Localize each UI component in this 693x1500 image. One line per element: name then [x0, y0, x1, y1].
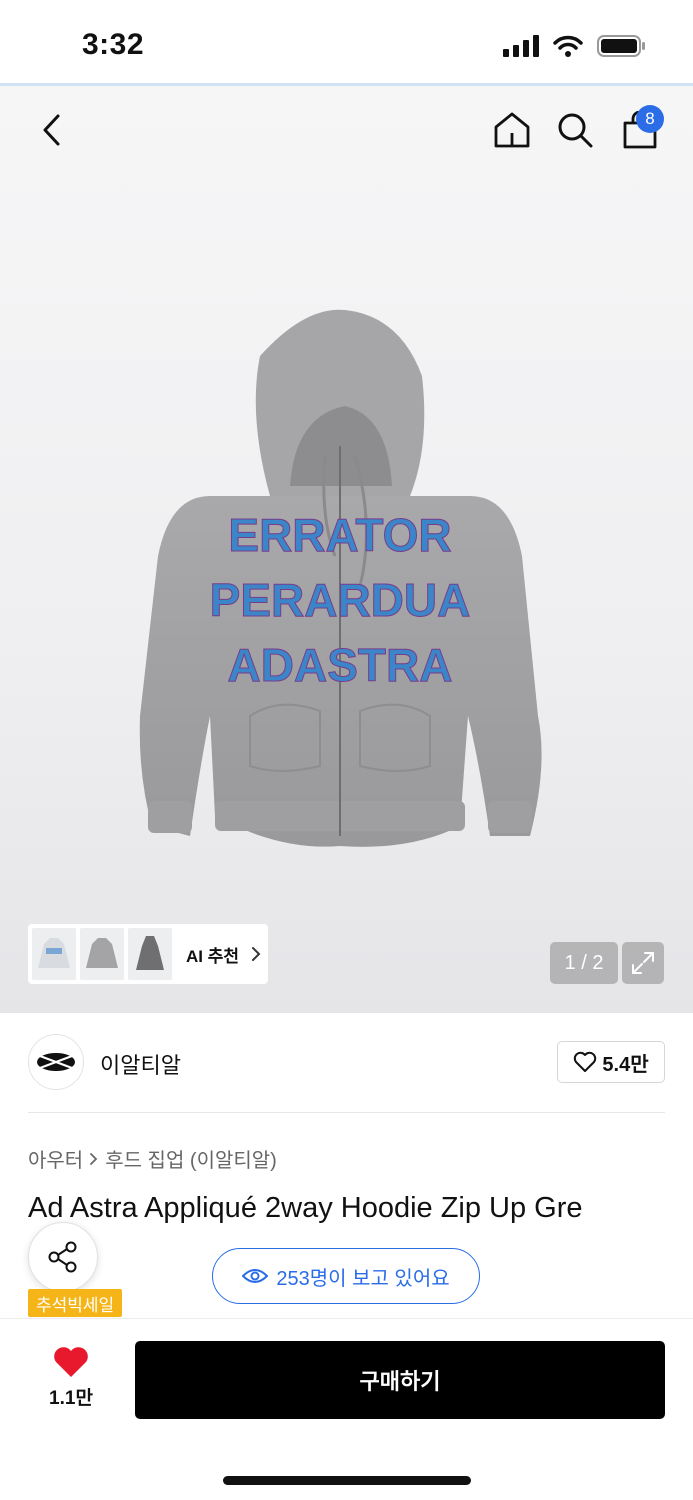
brand-name[interactable]: 이알티알: [100, 1048, 181, 1080]
product-image-gallery[interactable]: 8 ERRATOR PERARDUA ADASTRA AI 추천 1 / 2: [0, 86, 693, 1013]
heart-outline-icon: [574, 1051, 597, 1072]
search-icon: [558, 113, 593, 148]
hoodie-thumb-icon: [136, 936, 164, 970]
share-icon: [48, 1241, 77, 1273]
recommend-thumbnail[interactable]: [80, 928, 124, 980]
breadcrumb-item-outer[interactable]: 아우터: [28, 1144, 83, 1173]
chevron-right-icon: [252, 947, 261, 961]
share-button[interactable]: [28, 1222, 98, 1292]
ai-recommend-label: AI 추천: [186, 946, 240, 966]
home-indicator[interactable]: [223, 1476, 471, 1485]
heart-filled-icon: [54, 1347, 88, 1377]
status-icons: [503, 34, 647, 58]
expand-icon: [632, 952, 654, 974]
print-line3: ADASTRA: [228, 639, 453, 691]
print-line1: ERRATOR: [228, 509, 451, 561]
hoodie-thumb-icon: [86, 938, 118, 968]
battery-icon: [597, 35, 645, 57]
ai-recommend-card[interactable]: AI 추천: [28, 924, 268, 984]
viewers-indicator: 253명이 보고 있어요: [212, 1248, 480, 1304]
brand-logo[interactable]: [28, 1034, 84, 1090]
search-button[interactable]: [553, 108, 597, 152]
buy-button[interactable]: 구매하기: [135, 1341, 665, 1419]
hoodie-thumb-icon: [38, 938, 70, 968]
sale-badge: 추석빅세일: [28, 1289, 123, 1317]
back-button[interactable]: [30, 108, 74, 152]
recommend-thumbnail[interactable]: [32, 928, 76, 980]
expand-image-button[interactable]: [622, 942, 664, 984]
wishlist-count: 1.1만: [49, 1388, 93, 1409]
product-image: ERRATOR PERARDUA ADASTRA: [139, 309, 542, 847]
brand-logo-icon: [37, 1053, 75, 1071]
brand-like-count: 5.4만: [602, 1053, 649, 1076]
cart-count-badge: 8: [636, 105, 664, 133]
breadcrumb-item-category[interactable]: 후드 집업 (이알티알): [105, 1144, 277, 1173]
breadcrumb: 아우터 후드 집업 (이알티알): [28, 1144, 277, 1173]
recommend-thumbnail[interactable]: [128, 928, 172, 980]
eye-icon: [242, 1269, 269, 1283]
home-icon: [494, 112, 530, 148]
status-time: 3:32: [82, 28, 145, 61]
signal-icon: [503, 35, 539, 57]
wifi-icon: [553, 35, 583, 57]
home-button[interactable]: [490, 108, 534, 152]
bottom-action-bar: 1.1만 구매하기: [0, 1318, 693, 1500]
brand-row[interactable]: 이알티알 5.4만: [28, 1034, 665, 1092]
print-line2: PERARDUA: [210, 574, 471, 626]
status-bar: 3:32: [0, 0, 693, 84]
chevron-right-icon: [90, 1152, 98, 1165]
divider: [28, 1112, 665, 1113]
image-pager: 1 / 2: [550, 942, 618, 984]
viewers-text: 253명이 보고 있어요: [276, 1267, 450, 1290]
chevron-left-icon: [43, 114, 60, 146]
wishlist-button[interactable]: 1.1만: [38, 1345, 104, 1415]
brand-like-button[interactable]: 5.4만: [557, 1041, 665, 1083]
product-title: Ad Astra Appliqué 2way Hoodie Zip Up Gre: [28, 1192, 583, 1224]
